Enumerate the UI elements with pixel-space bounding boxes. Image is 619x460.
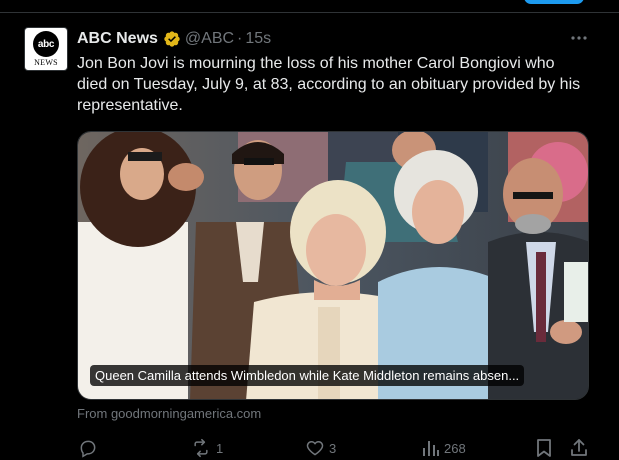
abc-logo: abc	[33, 31, 59, 57]
tweet-timestamp[interactable]: 15s	[245, 30, 271, 48]
wimbledon-crowd-photo	[78, 132, 588, 399]
like-count: 3	[329, 440, 337, 456]
retweet-icon	[190, 438, 212, 458]
tweet-header: ABC News @ABC · 15s	[77, 28, 271, 50]
reply-button[interactable]	[78, 436, 102, 460]
author-display-name[interactable]: ABC News	[77, 30, 158, 48]
share-button[interactable]	[569, 436, 589, 460]
verified-badge-icon[interactable]	[163, 30, 181, 48]
author-handle[interactable]: @ABC	[185, 30, 234, 48]
avatar-news-label: NEWS	[34, 58, 58, 67]
retweet-button[interactable]: 1	[190, 436, 223, 460]
bookmark-icon	[535, 438, 553, 458]
share-upload-icon	[569, 438, 589, 458]
top-cutoff-button[interactable]	[524, 0, 584, 4]
more-dots-icon[interactable]	[568, 29, 590, 47]
heart-icon	[305, 438, 325, 458]
views-button[interactable]: 268	[422, 436, 466, 460]
card-source-domain[interactable]: From goodmorningamerica.com	[77, 404, 261, 424]
reply-bubble-icon	[78, 438, 98, 458]
retweet-count: 1	[216, 440, 224, 456]
view-count: 268	[444, 440, 466, 456]
card-headline-caption: Queen Camilla attends Wimbledon while Ka…	[90, 365, 525, 386]
bookmark-button[interactable]	[535, 436, 553, 460]
header-separator: ·	[237, 30, 243, 47]
like-button[interactable]: 3	[305, 436, 336, 460]
tweet-text: Jon Bon Jovi is mourning the loss of his…	[77, 55, 581, 114]
tweet-action-bar: 1 3 268	[0, 436, 619, 460]
author-avatar[interactable]: abc NEWS	[24, 27, 68, 71]
top-divider	[0, 12, 619, 13]
views-bar-chart-icon	[422, 438, 440, 458]
link-card-image[interactable]: Queen Camilla attends Wimbledon while Ka…	[77, 131, 589, 400]
